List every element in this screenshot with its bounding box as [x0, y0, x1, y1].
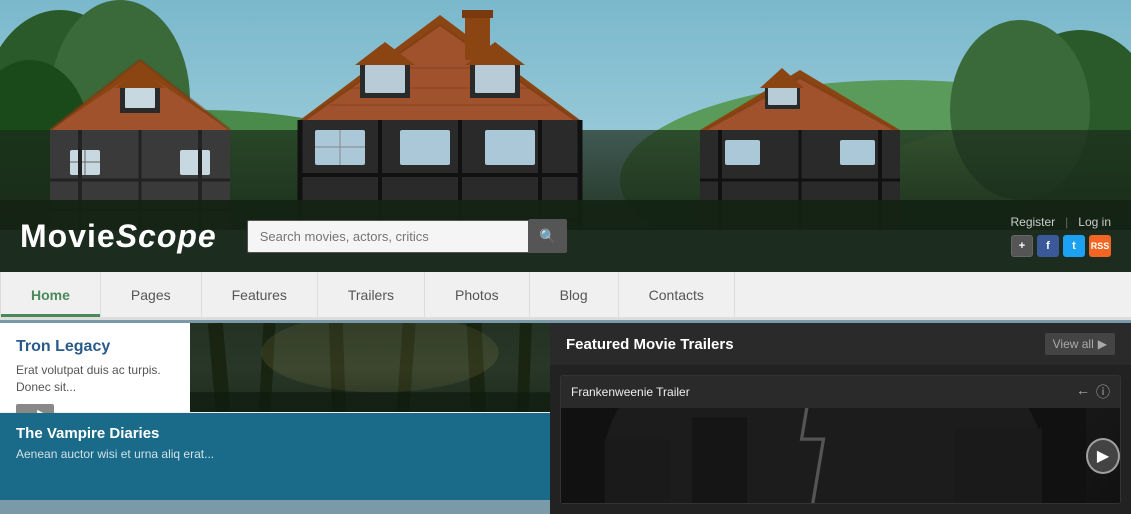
search-input[interactable] — [247, 220, 530, 253]
view-all-chevron-icon: ▶ — [1098, 337, 1107, 351]
navigation: Home Pages Features Trailers Photos Blog… — [0, 272, 1131, 320]
article-tron-image — [190, 323, 550, 412]
logo-italic: Scope — [116, 218, 217, 254]
info-icon[interactable]: ⓘ — [1096, 382, 1110, 402]
trailer-card-header: Frankenweenie Trailer ← ⓘ — [561, 376, 1120, 408]
nav-item-home[interactable]: Home — [0, 272, 101, 317]
article-vampire-desc: Aenean auctor wisi et urna aliq erat... — [16, 446, 534, 463]
article-vampire-title: The Vampire Diaries — [16, 425, 534, 442]
site-logo: MovieScope — [20, 218, 217, 255]
view-all-button[interactable]: View all ▶ — [1045, 333, 1115, 355]
nav-item-blog[interactable]: Blog — [530, 272, 619, 317]
article-image-overlay — [190, 323, 550, 412]
share-icon[interactable]: ← — [1076, 382, 1090, 402]
main-content: Tron Legacy Erat volutpat duis ac turpis… — [0, 323, 1131, 500]
search-button[interactable]: 🔍 — [529, 219, 566, 253]
trailer-thumbnail: ▶ — [561, 408, 1120, 503]
register-link[interactable]: Register — [1010, 215, 1055, 229]
view-all-label: View all — [1053, 337, 1094, 351]
trailer-header: Featured Movie Trailers View all ▶ — [550, 323, 1131, 365]
article-tron-text: Tron Legacy Erat volutpat duis ac turpis… — [0, 323, 190, 412]
rss-icon[interactable]: RSS — [1089, 235, 1111, 257]
trailer-card-title: Frankenweenie Trailer — [571, 385, 690, 399]
auth-links: Register | Log in — [1010, 215, 1111, 229]
trailer-card-icons: ← ⓘ — [1076, 382, 1110, 402]
left-panel: Tron Legacy Erat volutpat duis ac turpis… — [0, 323, 550, 500]
auth-divider: | — [1065, 215, 1068, 229]
nav-item-trailers[interactable]: Trailers — [318, 272, 425, 317]
nav-item-contacts[interactable]: Contacts — [619, 272, 735, 317]
nav-item-features[interactable]: Features — [202, 272, 318, 317]
google-plus-icon[interactable]: + — [1011, 235, 1033, 257]
play-button[interactable]: ▶ — [1086, 438, 1120, 474]
trailer-section-title: Featured Movie Trailers — [566, 336, 734, 353]
article-tron-desc: Erat volutpat duis ac turpis. Donec sit.… — [16, 362, 174, 396]
article-tron: Tron Legacy Erat volutpat duis ac turpis… — [0, 323, 550, 413]
trailer-card: Frankenweenie Trailer ← ⓘ — [560, 375, 1121, 504]
right-panel: Featured Movie Trailers View all ▶ Frank… — [550, 323, 1131, 500]
login-link[interactable]: Log in — [1078, 215, 1111, 229]
header-right: Register | Log in + f t RSS — [1010, 215, 1111, 257]
header: MovieScope 🔍 Register | Log in + f t RSS — [0, 200, 1131, 272]
nav-item-photos[interactable]: Photos — [425, 272, 530, 317]
article-vampire: The Vampire Diaries Aenean auctor wisi e… — [0, 413, 550, 500]
social-icons: + f t RSS — [1011, 235, 1111, 257]
article-tron-title: Tron Legacy — [16, 337, 174, 356]
facebook-icon[interactable]: f — [1037, 235, 1059, 257]
nav-item-pages[interactable]: Pages — [101, 272, 202, 317]
twitter-icon[interactable]: t — [1063, 235, 1085, 257]
trailer-content: Frankenweenie Trailer ← ⓘ — [550, 365, 1131, 514]
search-container: 🔍 — [247, 219, 567, 253]
